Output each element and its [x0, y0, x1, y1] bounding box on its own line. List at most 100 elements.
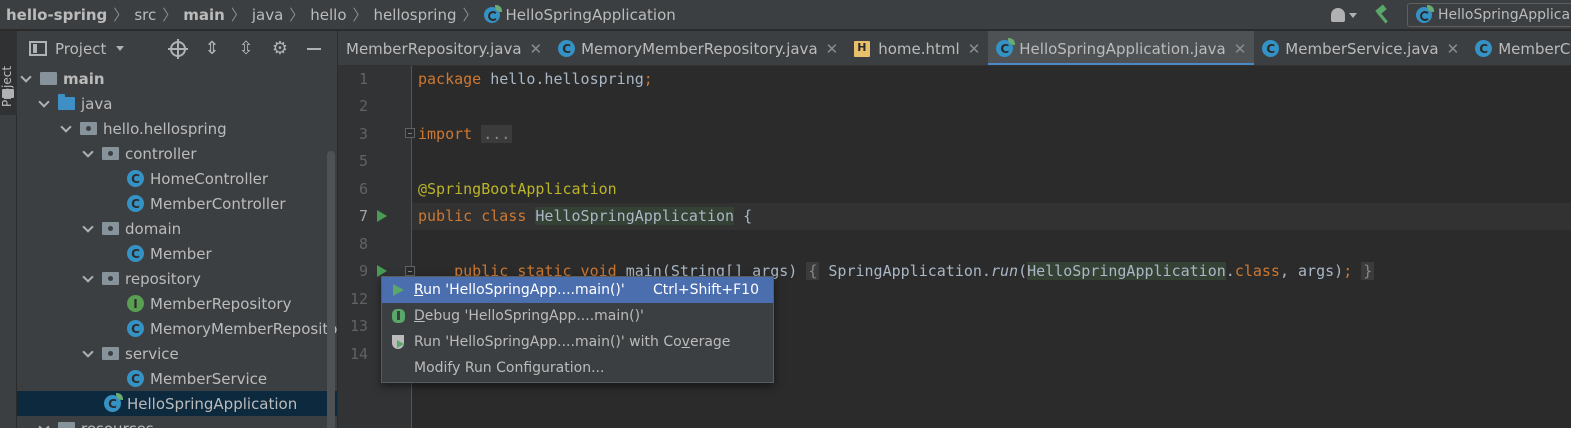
user-icon — [1331, 8, 1345, 22]
close-icon[interactable]: ✕ — [530, 40, 543, 58]
tree-item-hello-hellospring[interactable]: hello.hellospring — [17, 116, 337, 141]
run-configuration-selector[interactable]: HelloSpringApplica — [1407, 3, 1571, 27]
collapse-all-button[interactable]: ⇳ — [229, 31, 263, 66]
breadcrumb-java[interactable]: java — [252, 6, 283, 24]
keyword: public class — [418, 207, 527, 225]
build-button[interactable] — [1365, 0, 1407, 30]
package-icon — [80, 122, 97, 135]
expand-all-icon: ⇕ — [204, 38, 220, 59]
tab-memorymemberrepository[interactable]: C MemoryMemberRepository.java ✕ — [550, 31, 846, 65]
chevron-down-icon[interactable] — [38, 420, 50, 428]
chevron-down-icon[interactable] — [116, 46, 125, 51]
code-text: SpringApplication. — [819, 262, 991, 280]
close-icon[interactable]: ✕ — [968, 40, 981, 58]
breadcrumb-file[interactable]: HelloSpringApplication — [506, 6, 676, 24]
menu-item-run[interactable]: Run 'HelloSpringApp....main()' Ctrl+Shif… — [382, 277, 773, 303]
tab-membercontroller[interactable]: C MemberController.java — [1467, 31, 1571, 65]
breadcrumb-hello[interactable]: hello — [310, 6, 346, 24]
toolbar-right: HelloSpringApplica — [1323, 0, 1571, 30]
close-icon[interactable]: ✕ — [1447, 40, 1460, 58]
chevron-down-icon[interactable] — [20, 70, 32, 83]
hide-panel-button[interactable] — [297, 31, 331, 66]
code-punct: } — [1361, 262, 1375, 280]
user-menu-button[interactable] — [1323, 0, 1365, 30]
class-icon: C — [127, 370, 144, 387]
package-icon — [102, 147, 119, 160]
tree-item-membercontroller[interactable]: C MemberController — [17, 191, 337, 216]
tree-item-controller[interactable]: controller — [17, 141, 337, 166]
tab-memberservice[interactable]: C MemberService.java ✕ — [1254, 31, 1467, 65]
menu-item-label: Modify Run Configuration... — [414, 360, 605, 376]
menu-item-run-with-coverage[interactable]: Run 'HelloSpringApp....main()' with Cove… — [382, 329, 773, 355]
package-icon — [102, 272, 119, 285]
line-number: 5 — [358, 152, 368, 170]
tab-home-html[interactable]: home.html ✕ — [846, 31, 988, 65]
folded-imports[interactable]: ... — [481, 125, 513, 143]
close-icon[interactable]: ✕ — [1234, 40, 1247, 58]
class-icon: C — [1262, 40, 1280, 57]
close-icon[interactable]: ✕ — [826, 40, 839, 58]
menu-item-modify-run-configuration[interactable]: Modify Run Configuration... — [382, 355, 773, 381]
breadcrumb-project[interactable]: hello-spring — [6, 6, 107, 24]
navigation-bar: hello-spring 〉 src 〉 main 〉 java 〉 hello… — [0, 0, 1571, 30]
code-line: public class HelloSpringApplication { — [418, 207, 752, 225]
collapse-all-icon: ⇳ — [238, 38, 254, 59]
hammer-icon — [1373, 6, 1391, 24]
spring-class-icon — [483, 4, 502, 23]
breadcrumb-hellospring[interactable]: hellospring — [374, 6, 457, 24]
tree-item-homecontroller[interactable]: C HomeController — [17, 166, 337, 191]
project-scrollbar[interactable] — [327, 151, 335, 428]
chevron-down-icon[interactable] — [82, 345, 94, 358]
expand-all-button[interactable]: ⇕ — [195, 31, 229, 66]
chevron-down-icon[interactable] — [82, 220, 94, 233]
line-number: 1 — [358, 70, 368, 88]
chevron-down-icon[interactable] — [60, 120, 72, 133]
line-number-current: 7 — [358, 207, 368, 225]
settings-button[interactable]: ⚙ — [263, 31, 297, 66]
tree-item-service[interactable]: service — [17, 341, 337, 366]
spring-class-icon: C — [996, 38, 1016, 57]
project-panel-title[interactable]: Project — [55, 40, 106, 58]
tree-item-main[interactable]: main — [17, 66, 337, 91]
code-text: { — [734, 207, 753, 225]
keyword: package — [418, 70, 482, 88]
fold-icon[interactable] — [405, 128, 415, 138]
tab-hellospringapplication[interactable]: C HelloSpringApplication.java ✕ — [988, 31, 1255, 65]
tree-item-resources[interactable]: resources — [17, 416, 337, 428]
breadcrumb-src[interactable]: src — [134, 6, 156, 24]
tree-item-memorymemberrepository[interactable]: C MemoryMemberRepository — [17, 316, 337, 341]
tab-memberrepository[interactable]: MemberRepository.java ✕ — [338, 31, 550, 65]
tree-item-label: MemberService — [150, 369, 268, 388]
code-text: , args) — [1279, 262, 1344, 280]
project-view-icon — [29, 41, 47, 56]
tree-item-java[interactable]: java — [17, 91, 337, 116]
run-gutter-icon[interactable] — [377, 210, 387, 222]
interface-icon: I — [127, 295, 144, 312]
tree-item-label: domain — [125, 219, 182, 238]
code-line: import ... — [418, 125, 513, 143]
class-icon: C — [558, 40, 576, 57]
breadcrumb-separator: 〉 — [289, 6, 305, 24]
project-tool-button[interactable]: Project — [0, 31, 17, 115]
annotation: @SpringBootApplication — [418, 180, 617, 198]
chevron-down-icon[interactable] — [82, 270, 94, 283]
fold-icon[interactable] — [405, 266, 415, 276]
tree-item-member[interactable]: C Member — [17, 241, 337, 266]
locate-file-button[interactable] — [161, 31, 195, 66]
tree-item-memberrepository[interactable]: I MemberRepository — [17, 291, 337, 316]
tree-item-repository[interactable]: repository — [17, 266, 337, 291]
code-line: package hello.hellospring; — [418, 70, 653, 88]
breadcrumb-main[interactable]: main — [183, 6, 225, 24]
class-icon: C — [127, 245, 144, 262]
code-punct: ( — [1018, 262, 1028, 280]
code-punct: ; — [1343, 262, 1353, 280]
chevron-down-icon[interactable] — [38, 95, 50, 108]
tree-item-domain[interactable]: domain — [17, 216, 337, 241]
line-number: 12 — [349, 290, 368, 308]
tree-item-memberservice[interactable]: C MemberService — [17, 366, 337, 391]
class-icon: C — [1475, 40, 1493, 57]
class-icon: C — [127, 320, 144, 337]
chevron-down-icon[interactable] — [82, 145, 94, 158]
tree-item-hellospringapplication[interactable]: C HelloSpringApplication — [17, 391, 337, 416]
menu-item-debug[interactable]: Debug 'HelloSpringApp....main()' — [382, 303, 773, 329]
